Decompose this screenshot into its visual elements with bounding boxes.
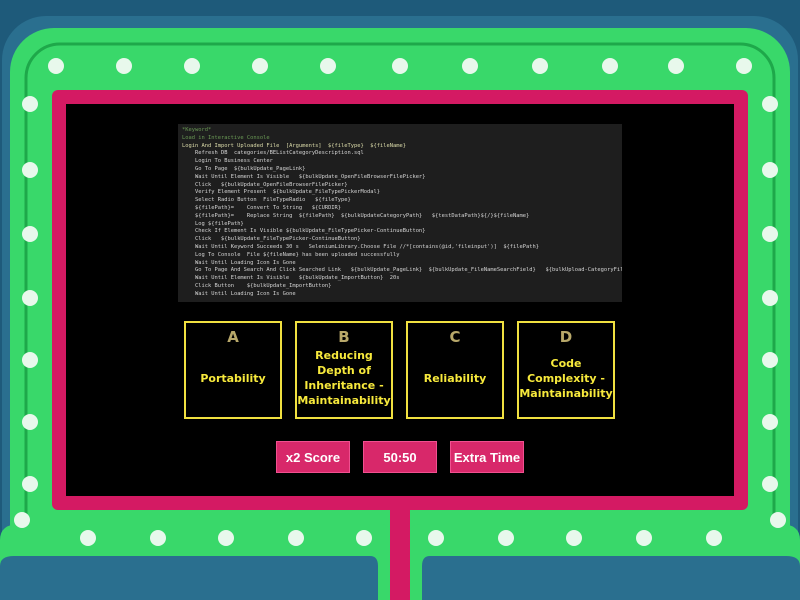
double-score-button[interactable]: x2 Score xyxy=(276,441,350,473)
code-line: Refresh DB categories/BEListCategoryDesc… xyxy=(195,150,364,157)
code-line: Login To Business Center xyxy=(195,158,273,165)
code-line: Go To Page ${bulkUpdate_PageLink} xyxy=(195,165,306,172)
answer-a[interactable]: A Portability xyxy=(184,321,282,419)
answer-text: Reducing Depth of Inheritance - Maintain… xyxy=(297,349,391,407)
code-line: Click Button ${bulkUpdate_ImportButton} xyxy=(195,282,332,289)
code-line: *Keyword* xyxy=(182,127,212,133)
code-line: Log To Console File ${fileName} has been… xyxy=(195,251,400,258)
pink-stem xyxy=(390,508,410,600)
code-line: Wait Until Loading Icon Is Gone xyxy=(195,259,296,266)
code-line: Click ${bulkUpdate_OpenFileBrowserFilePi… xyxy=(195,181,348,188)
question-code-image: *Keyword* Load in Interactive Console Logi… xyxy=(178,124,622,302)
fifty-fifty-button[interactable]: 50:50 xyxy=(363,441,437,473)
code-line: Load in Interactive Console xyxy=(182,134,270,141)
answer-b[interactable]: B Reducing Depth of Inheritance - Mainta… xyxy=(295,321,393,419)
answer-text: Code Complexity - Maintainability xyxy=(519,356,613,400)
answer-text: Reliability xyxy=(423,371,487,385)
answer-letter: B xyxy=(338,328,350,346)
answer-letter: C xyxy=(449,328,461,346)
code-line: Wait Until Keyword Succeeds 30 s Seleniu… xyxy=(195,243,540,250)
code-line: Check If Element Is Visible ${bulkUpdate… xyxy=(195,228,426,235)
code-line: Verify Element Present ${bulkUpdate_File… xyxy=(195,189,380,196)
code-line: Wait Until Element Is Visible ${bulkUpda… xyxy=(195,173,426,180)
answer-letter: A xyxy=(227,328,239,346)
code-line: ${filePath}= Replace String ${filePath} … xyxy=(195,212,530,219)
extra-time-button[interactable]: Extra Time xyxy=(450,441,524,473)
code-line: ${filePath}= Convert To String ${CURDIR} xyxy=(195,204,342,211)
code-line: Select Radio Button FileTypeRadio ${file… xyxy=(195,197,351,204)
answer-letter: D xyxy=(559,328,573,346)
code-line: Login And Import Uploaded File [Argument… xyxy=(182,142,406,149)
code-line: Wait Until Element Is Visible ${bulkUpda… xyxy=(195,275,400,282)
code-line: Click ${bulkUpdate_FileTypePicker-Contin… xyxy=(195,236,361,243)
answer-text: Portability xyxy=(200,371,266,385)
code-line: Log ${filePath} xyxy=(195,220,244,227)
answer-c[interactable]: C Reliability xyxy=(406,321,504,419)
bottom-right-inner-arch xyxy=(422,556,800,600)
bottom-left-inner-arch xyxy=(0,556,378,600)
code-line: Wait Until Loading Icon Is Gone xyxy=(195,290,296,297)
code-line: Go To Page And Search And Click Searched… xyxy=(195,267,622,274)
answer-d[interactable]: D Code Complexity - Maintainability xyxy=(517,321,615,419)
